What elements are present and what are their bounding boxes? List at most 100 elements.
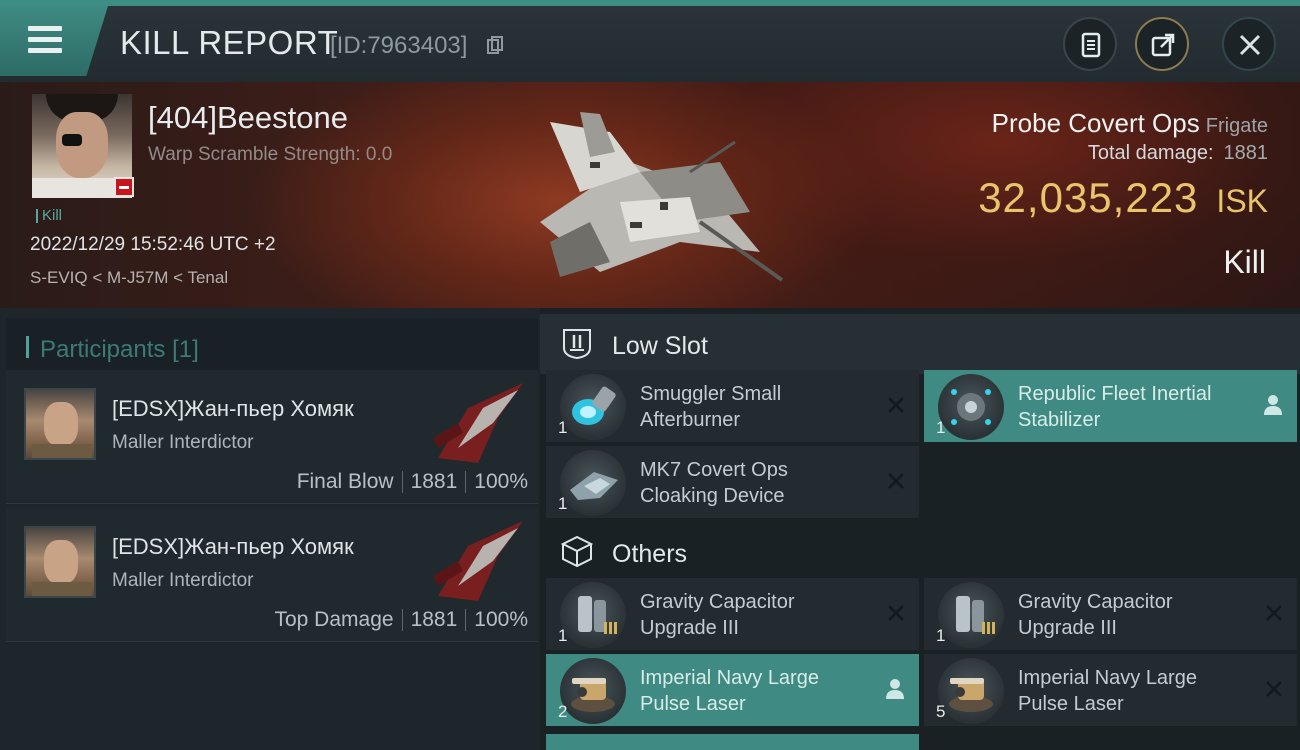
module-quantity: 1: [936, 626, 946, 645]
participants-title: Participants [1]: [40, 336, 199, 364]
menu-icon-bar: [28, 37, 62, 42]
isk-value: 32,035,223: [978, 174, 1199, 221]
victim-banner: Kill [404]Beestone Warp Scramble Strengt…: [0, 82, 1300, 308]
participant-name[interactable]: [EDSX]Жан-пьер Хомяк: [112, 396, 354, 422]
participant-ship: Maller Interdictor: [112, 570, 254, 591]
destroyed-icon: [1266, 605, 1282, 621]
module-quantity: 2: [558, 702, 568, 721]
next-item-peek[interactable]: [546, 734, 919, 750]
module-item[interactable]: 2 Imperial Navy Large Pulse Laser: [546, 654, 919, 726]
laser-glyph: [949, 678, 993, 712]
module-name: Gravity Capacitor Upgrade III: [640, 591, 795, 639]
close-button[interactable]: [1222, 17, 1276, 71]
copy-icon[interactable]: [487, 36, 503, 54]
participant-row[interactable]: [EDSX]Жан-пьер Хомяк Maller Interdictor …: [6, 370, 538, 504]
portrait-eyepatch: [62, 134, 82, 146]
participant-row[interactable]: [EDSX]Жан-пьер Хомяк Maller Interdictor …: [6, 508, 538, 642]
module-item[interactable]: 1 MK7 Covert Ops Cloaking Device: [546, 446, 919, 518]
dropped-pilot-icon: [886, 679, 904, 699]
share-icon: [1151, 33, 1175, 57]
divider: [465, 609, 467, 632]
close-icon: [1239, 34, 1261, 56]
participants-title-label: Participants: [40, 336, 166, 363]
capacitor-upgrade-icon: [560, 582, 626, 648]
total-damage: Total damage: 1881: [1088, 142, 1268, 165]
victim-ship-class: Frigate: [1205, 115, 1268, 137]
module-name: Imperial Navy Large Pulse Laser: [1018, 667, 1197, 715]
capacitor-glyph: [578, 596, 617, 634]
kill-datetime: 2022/12/29 15:52:46 UTC +2: [30, 234, 276, 255]
module-name: MK7 Covert Ops Cloaking Device: [640, 459, 788, 507]
participant-avatar[interactable]: [24, 388, 96, 460]
document-icon: [1081, 32, 1101, 58]
cloaking-device-icon: [560, 450, 626, 516]
participant-ship-image: [433, 521, 523, 601]
module-quantity: 1: [936, 418, 946, 437]
module-item[interactable]: 1 Gravity Capacitor Upgrade III: [924, 578, 1297, 650]
module-name: Republic Fleet Inertial Stabilizer: [1018, 383, 1212, 431]
report-id: [ID:7963403]: [330, 32, 468, 59]
module-item[interactable]: 5 Imperial Navy Large Pulse Laser: [924, 654, 1297, 726]
participants-header: Participants [1]: [6, 318, 538, 374]
participant-name[interactable]: [EDSX]Жан-пьер Хомяк: [112, 534, 354, 560]
total-damage-value: 1881: [1223, 142, 1269, 164]
participant-avatar[interactable]: [24, 526, 96, 598]
dropped-pilot-icon: [1264, 395, 1282, 415]
avatar-body: [32, 444, 92, 458]
cloak-glyph: [570, 472, 618, 500]
warp-scramble-strength: Warp Scramble Strength: 0.0: [148, 144, 393, 165]
fitting-panel: Low Slot 1 Smuggler Small Afterburner 1 …: [540, 308, 1300, 750]
laser-glyph: [571, 678, 615, 712]
module-item[interactable]: 1 Republic Fleet Inertial Stabilizer: [924, 370, 1297, 442]
module-quantity: 1: [558, 494, 568, 513]
module-item[interactable]: 1 Smuggler Small Afterburner: [546, 370, 919, 442]
kill-tag-marker: [36, 209, 38, 224]
divider: [401, 609, 403, 632]
participant-ship-image: [433, 383, 523, 463]
module-quantity: 5: [936, 702, 946, 721]
capacitor-glyph: [956, 596, 995, 634]
total-damage-label: Total damage:: [1087, 142, 1214, 164]
participant-role: Top Damage: [274, 608, 394, 631]
avatar-face: [44, 402, 78, 446]
kill-location[interactable]: S-EVIQ < M-J57M < Tenal: [30, 268, 228, 288]
divider: [465, 471, 467, 494]
share-button[interactable]: [1135, 17, 1189, 71]
victim-ship[interactable]: Probe Covert Ops Frigate: [992, 108, 1268, 139]
low-slot-title: Low Slot: [612, 332, 708, 360]
afterburner-icon: [560, 374, 626, 440]
participants-panel: Participants [1] [EDSX]Жан-пьер Хомяк Ma…: [0, 308, 540, 750]
isk-value-row: 32,035,223 ISK: [978, 174, 1268, 222]
participants-count: [1]: [172, 336, 199, 363]
destroyed-icon: [888, 473, 904, 489]
module-item[interactable]: 1 Gravity Capacitor Upgrade III: [546, 578, 919, 650]
module-name: Imperial Navy Large Pulse Laser: [640, 667, 819, 715]
pulse-laser-icon: [938, 658, 1004, 724]
inertial-stabilizer-icon: [938, 374, 1004, 440]
result-label: Kill: [1223, 244, 1266, 280]
victim-ship-image: [540, 112, 784, 282]
participant-percent: 100%: [474, 470, 528, 493]
cargo-box-icon: [560, 535, 594, 568]
module-quantity: 1: [558, 626, 568, 645]
participant-damage: 1881: [410, 470, 458, 493]
participant-role: Final Blow: [296, 470, 394, 493]
loss-badge-icon: [114, 177, 134, 197]
destroyed-icon: [888, 605, 904, 621]
menu-button[interactable]: [0, 6, 108, 76]
module-quantity: 1: [558, 418, 568, 437]
divider: [401, 471, 403, 494]
low-slot-icon: [563, 329, 591, 360]
destroyed-icon: [1266, 681, 1282, 697]
page-title: KILL REPORT: [120, 24, 339, 61]
stabilizer-glyph: [951, 389, 991, 425]
document-button[interactable]: [1063, 17, 1117, 71]
avatar-body: [32, 582, 92, 596]
others-header: Others: [540, 522, 1300, 582]
others-title: Others: [612, 540, 688, 568]
capacitor-upgrade-icon: [938, 582, 1004, 648]
victim-name[interactable]: [404]Beestone: [148, 100, 348, 136]
participant-stats: Final Blow 1881 100%: [297, 470, 528, 494]
pulse-laser-icon: [560, 658, 626, 724]
kill-tag: Kill: [36, 207, 62, 224]
